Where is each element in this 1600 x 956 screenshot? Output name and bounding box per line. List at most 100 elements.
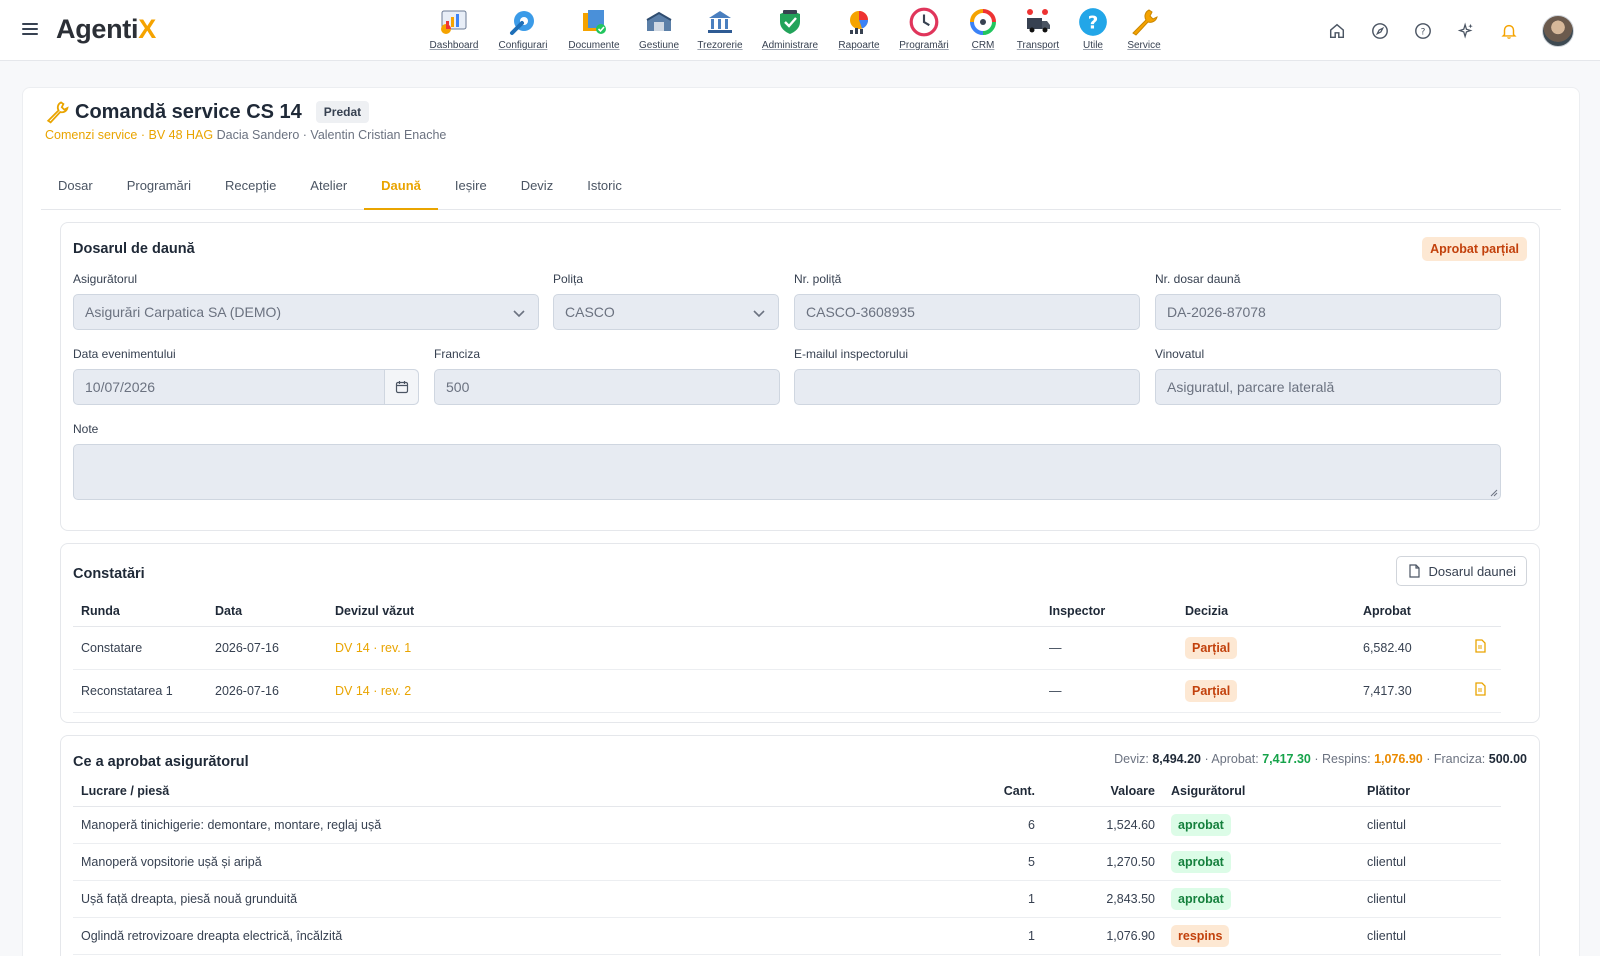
estimate-link[interactable]: DV 14 · rev. 1 [335, 641, 411, 655]
approved-table: Lucrare / piesă Cant. Valoare Asigurător… [73, 776, 1501, 955]
page-card: Comandă service CS 14 Predat Comenzi ser… [22, 87, 1580, 956]
resize-handle-icon[interactable] [1488, 487, 1498, 497]
insurer-decision-badge: aprobat [1171, 887, 1231, 910]
insurer-select[interactable]: Asigurări Carpatica SA (DEMO) [73, 294, 539, 330]
module-gestiune[interactable]: Gestiune [630, 6, 688, 51]
insurer-decision-badge: aprobat [1171, 813, 1231, 836]
policy-number-label: Nr. poliță [794, 272, 842, 286]
pdf-icon[interactable] [1473, 639, 1487, 653]
approval-summary: Deviz: 8,494.20 · Aprobat: 7,417.30 · Re… [1114, 752, 1527, 766]
findings-title: Constatări [73, 566, 145, 582]
module-transport[interactable]: Transport [1008, 6, 1068, 51]
inspector-email-input[interactable] [794, 369, 1140, 405]
table-header-row: Runda Data Devizul văzut Inspector Deciz… [73, 596, 1501, 627]
decision-badge: Parțial [1185, 679, 1238, 702]
tab-istoric[interactable]: Istoric [570, 164, 639, 210]
policy-label: Polița [553, 272, 584, 286]
trezorerie-icon [704, 6, 736, 38]
tab-bar: Dosar Programări Recepție Atelier Daună … [41, 164, 1561, 210]
table-row[interactable]: Manoperă vopsitorie ușă și aripă 5 1,270… [73, 843, 1501, 881]
compass-icon[interactable] [1363, 14, 1397, 48]
tab-iesire[interactable]: Ieșire [438, 164, 504, 210]
help-icon[interactable]: ? [1406, 14, 1440, 48]
administrare-icon [774, 6, 806, 38]
module-service[interactable]: Service [1118, 6, 1170, 51]
dashboard-icon [438, 6, 470, 38]
insurer-label: Asigurătorul [73, 272, 138, 286]
policy-select[interactable]: CASCO [553, 294, 779, 330]
notes-label: Note [73, 422, 99, 436]
table-row[interactable]: Manoperă tinichigerie: demontare, montar… [73, 806, 1501, 844]
utile-icon: ? [1077, 6, 1109, 38]
inspector-email-label: E-mailul inspectorului [794, 347, 909, 361]
chevron-down-icon [513, 310, 525, 318]
module-documente[interactable]: Documente [558, 6, 630, 51]
guilty-input[interactable]: Asiguratul, parcare laterală [1155, 369, 1501, 405]
tab-dosar[interactable]: Dosar [41, 164, 110, 210]
calendar-icon[interactable] [384, 370, 418, 404]
pdf-icon[interactable] [1473, 682, 1487, 696]
home-icon[interactable] [1320, 14, 1354, 48]
documente-icon [578, 6, 610, 38]
menu-icon[interactable] [20, 20, 40, 40]
svg-text:?: ? [1421, 28, 1426, 38]
table-header-row: Lucrare / piesă Cant. Valoare Asigurător… [73, 776, 1501, 807]
tab-programari[interactable]: Programări [110, 164, 208, 210]
vehicle-text: Dacia Sandero [213, 128, 300, 142]
module-crm[interactable]: CRM [958, 6, 1008, 51]
insurer-decision-badge: respins [1171, 924, 1230, 947]
claim-file-button[interactable]: Dosarul daunei [1395, 556, 1527, 586]
plate-link[interactable]: BV 48 HAG [149, 128, 214, 142]
module-programari[interactable]: Programări [890, 6, 958, 51]
gestiune-icon [643, 6, 675, 38]
claim-title: Dosarul de daună [73, 241, 195, 257]
page-title: Comandă service CS 14 [75, 100, 302, 123]
status-badge: Predat [315, 101, 370, 123]
insurer-decision-badge: aprobat [1171, 850, 1231, 873]
bell-icon[interactable] [1492, 14, 1526, 48]
deductible-label: Franciza [434, 347, 481, 361]
module-dashboard[interactable]: Dashboard [420, 6, 488, 51]
table-row[interactable]: Ușă față dreapta, piesă nouă grunduită 1… [73, 880, 1501, 918]
tab-atelier[interactable]: Atelier [293, 164, 364, 210]
app-logo[interactable]: AgentiX [56, 14, 156, 45]
tab-deviz[interactable]: Deviz [504, 164, 571, 210]
chevron-down-icon [753, 310, 765, 318]
breadcrumb-link[interactable]: Comenzi service [45, 128, 137, 142]
approved-section: Ce a aprobat asigurătorul Deviz: 8,494.2… [60, 735, 1540, 956]
page-header: Comandă service CS 14 Predat [45, 100, 370, 124]
table-row[interactable]: Oglindă retrovizoare dreapta electrică, … [73, 917, 1501, 955]
policy-number-input[interactable]: CASCO-3608935 [794, 294, 1140, 330]
estimate-link[interactable]: DV 14 · rev. 2 [335, 684, 411, 698]
module-configurari[interactable]: Configurari [488, 6, 558, 51]
breadcrumb: Comenzi service · BV 48 HAG Dacia Sander… [45, 128, 447, 142]
claim-number-input[interactable]: DA-2026-87078 [1155, 294, 1501, 330]
table-row[interactable]: Reconstatarea 1 2026-07-16 DV 14 · rev. … [73, 669, 1501, 713]
tab-receptie[interactable]: Recepție [208, 164, 293, 210]
claim-status-badge: Aprobat parțial [1422, 237, 1527, 261]
module-nav: Dashboard Configurari Documente Gestiune… [420, 6, 1170, 51]
module-rapoarte[interactable]: Rapoarte [828, 6, 890, 51]
event-date-input[interactable]: 10/07/2026 [73, 369, 419, 405]
transport-icon [1022, 6, 1054, 38]
claim-number-label: Nr. dosar daună [1155, 272, 1241, 286]
programari-icon [908, 6, 940, 38]
client-name: Valentin Cristian Enache [310, 128, 447, 142]
tab-dauna[interactable]: Daună [364, 164, 438, 210]
decision-badge: Parțial [1185, 636, 1238, 659]
top-bar: AgentiX Dashboard Configurari Documente … [0, 0, 1600, 61]
notes-textarea[interactable] [73, 444, 1501, 500]
deductible-input[interactable]: 500 [434, 369, 780, 405]
crm-icon [967, 6, 999, 38]
table-row[interactable]: Constatare 2026-07-16 DV 14 · rev. 1 — P… [73, 626, 1501, 670]
guilty-label: Vinovatul [1155, 347, 1205, 361]
event-date-label: Data evenimentului [73, 347, 176, 361]
module-trezorerie[interactable]: Trezorerie [688, 6, 752, 51]
avatar[interactable] [1542, 15, 1574, 47]
approved-title: Ce a aprobat asigurătorul [73, 754, 249, 770]
service-icon [1128, 6, 1160, 38]
module-utile[interactable]: ? Utile [1068, 6, 1118, 51]
sparkle-icon[interactable] [1449, 14, 1483, 48]
module-administrare[interactable]: Administrare [752, 6, 828, 51]
claim-section: Dosarul de daună Aprobat parțial Asigură… [60, 222, 1540, 531]
